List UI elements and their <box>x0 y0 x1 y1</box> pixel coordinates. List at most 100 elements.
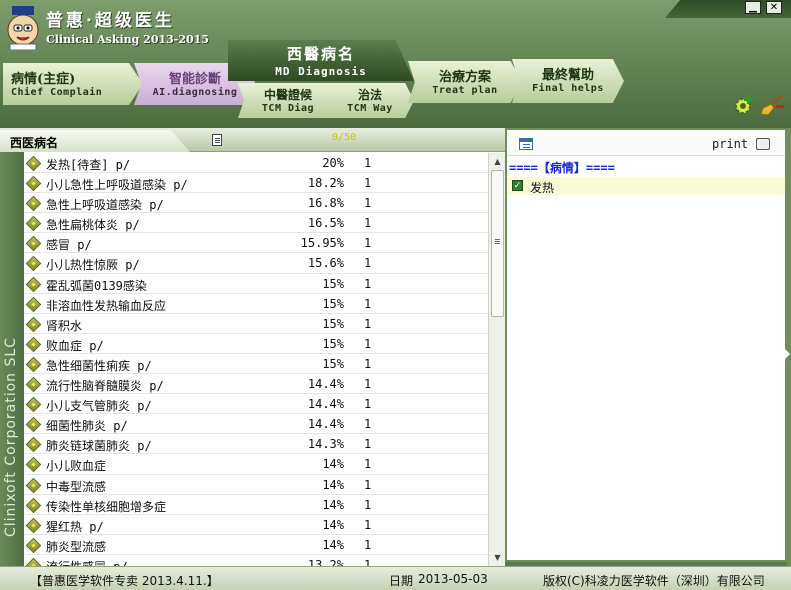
diamond-icon <box>25 195 42 212</box>
diagnosis-row[interactable]: 中毒型流感 14% 1 <box>24 475 488 495</box>
diagnosis-name: 败血症 p/ <box>46 338 104 353</box>
diagnosis-percent: 14.4% <box>307 417 344 432</box>
diamond-icon <box>25 336 42 353</box>
diamond-icon <box>25 296 42 312</box>
diamond-icon <box>25 477 42 493</box>
diagnosis-percent: 18.2% <box>307 176 344 191</box>
diagnosis-count: 1 <box>364 316 372 331</box>
diagnosis-name: 急性细菌性痢疾 p/ <box>46 358 152 373</box>
tab-final-en: Final helps <box>532 83 604 94</box>
tab-treat-plan[interactable]: 治療方案 Treat plan <box>408 61 522 103</box>
diagnosis-row[interactable]: 肺炎型流感 14% 1 <box>24 535 488 555</box>
diagnosis-percent: 14.4% <box>307 377 344 392</box>
tab-treat-cn: 治療方案 <box>438 70 491 85</box>
diagnosis-row[interactable]: 非溶血性发热输血反应 15% 1 <box>24 294 488 314</box>
tab-chief-complain[interactable]: 病情(主症) Chief Complain <box>3 63 143 105</box>
diagnosis-name: 肺炎链球菌肺炎 p/ <box>46 439 152 454</box>
diagnosis-row[interactable]: 流行性脑脊髓膜炎 p/14.4% 1 <box>24 374 488 395</box>
diagnosis-row[interactable]: 急性扁桃体炎 p/16.5% 1 <box>24 213 488 234</box>
diamond-icon <box>25 416 42 433</box>
diagnosis-percent: 15% <box>322 336 344 351</box>
diamond-icon <box>25 437 42 453</box>
diagnosis-row[interactable]: 细菌性肺炎 p/14.4% 1 <box>24 414 488 435</box>
diagnosis-percent: 14% <box>322 537 344 552</box>
panel-tabbar: 西医病名 0/50 <box>0 128 505 152</box>
diamond-icon <box>25 557 42 566</box>
diagnosis-count: 1 <box>364 497 372 512</box>
diamond-icon <box>25 497 42 513</box>
diagnosis-percent: 14.3% <box>307 437 344 452</box>
status-bar: 【普惠医学软件专卖 2013.4.11.】 日期 2013-05-03 版权(C… <box>0 566 791 590</box>
diagnosis-percent: 14.4% <box>307 397 344 412</box>
checkbox-checked-icon[interactable]: ✓ <box>512 180 523 191</box>
tab-treat-en: Treat plan <box>432 85 498 96</box>
collapse-arrow-icon[interactable] <box>783 347 790 361</box>
document-icon[interactable] <box>212 134 222 146</box>
scroll-up-arrow-icon[interactable]: ▲ <box>490 154 505 169</box>
diagnosis-name: 小儿支气管肺炎 p/ <box>46 399 152 414</box>
diagnosis-name: 传染性单核细胞增多症 <box>46 499 167 514</box>
print-button[interactable]: print <box>712 137 748 151</box>
tab-final-cn: 最終幫助 <box>541 68 594 83</box>
diagnosis-name: 霍乱弧菌0139感染 <box>46 278 147 293</box>
list-scrollbar[interactable]: ▲ ▼ <box>488 153 505 566</box>
diagnosis-name: 急性扁桃体炎 p/ <box>46 218 140 233</box>
diagnosis-row[interactable]: 小儿败血症 14% 1 <box>24 454 488 475</box>
diagnosis-row[interactable]: 传染性单核细胞增多症 14% 1 <box>24 495 488 515</box>
diamond-icon <box>25 517 42 533</box>
diagnosis-name: 小儿败血症 <box>46 459 107 474</box>
diagnosis-name: 中毒型流感 <box>46 479 107 494</box>
diamond-icon <box>25 256 42 272</box>
complaint-toolbar: print <box>507 130 785 156</box>
diagnosis-percent: 15.6% <box>307 256 344 271</box>
tab-md-en: MD Diagnosis <box>275 65 367 78</box>
diagnosis-count: 1 <box>364 517 372 532</box>
diagnosis-count: 1 <box>364 537 372 552</box>
minimize-button[interactable]: ▁ <box>745 1 761 14</box>
diagnosis-row[interactable]: 小儿热性惊厥 p/15.6% 1 <box>24 253 488 274</box>
diagnosis-percent: 15% <box>322 356 344 371</box>
diagnosis-row[interactable]: 急性细菌性痢疾 p/15% 1 <box>24 354 488 375</box>
broom-icon[interactable] <box>759 94 785 116</box>
diagnosis-row[interactable]: 流行性感冒 p/13.2% 1 <box>24 555 488 566</box>
scroll-down-arrow-icon[interactable]: ▼ <box>490 550 505 565</box>
diagnosis-count: 1 <box>364 296 372 311</box>
scroll-thumb[interactable] <box>491 170 504 317</box>
diagnosis-count: 1 <box>364 417 372 432</box>
diamond-icon <box>25 537 42 554</box>
diagnosis-row[interactable]: 败血症 p/15% 1 <box>24 334 488 354</box>
tab-final-helps[interactable]: 最終幫助 Final helps <box>512 59 624 103</box>
diagnosis-name: 发热[待查] p/ <box>46 158 131 172</box>
diagnosis-row[interactable]: 发热[待查] p/20% 1 <box>24 153 488 174</box>
diagnosis-count: 1 <box>364 477 372 492</box>
tab-tcm-diag[interactable]: 中醫證候 TCM Diag <box>238 83 338 118</box>
panel-tab-md-name[interactable]: 西医病名 <box>0 130 190 152</box>
close-button[interactable]: ✕ <box>766 1 782 14</box>
diagnosis-row[interactable]: 小儿急性上呼吸道感染 p/18.2% 1 <box>24 173 488 194</box>
diagnosis-percent: 14% <box>322 477 344 492</box>
diagnosis-row[interactable]: 肺炎链球菌肺炎 p/14.3% 1 <box>24 434 488 455</box>
complaint-panel: print ====【病情】==== ✓ 发热 <box>505 128 787 562</box>
tab-md-diagnosis[interactable]: 西醫病名 MD Diagnosis <box>228 40 414 81</box>
diagnosis-percent: 15.95% <box>300 236 344 251</box>
diagnosis-percent: 14% <box>322 517 344 532</box>
gear-add-icon[interactable] <box>733 94 755 116</box>
status-copyright: 版权(C)科凌力医学软件（深圳）有限公司 <box>543 574 765 588</box>
diagnosis-name: 细菌性肺炎 p/ <box>46 419 128 434</box>
status-date: 2013-05-03 <box>418 572 488 586</box>
diagnosis-count: 1 <box>364 356 372 371</box>
tab-tcm-way[interactable]: 治法 TCM Way <box>326 83 414 118</box>
diagnosis-row[interactable]: 霍乱弧菌0139感染 15% 1 <box>24 274 488 294</box>
diagnosis-row[interactable]: 小儿支气管肺炎 p/14.4% 1 <box>24 394 488 415</box>
complaint-item[interactable]: ✓ 发热 <box>507 177 785 195</box>
diagnosis-name: 肺炎型流感 <box>46 539 107 554</box>
diagnosis-row[interactable]: 感冒 p/15.95% 1 <box>24 233 488 254</box>
tab-ai-en: AI.diagnosing <box>152 87 238 98</box>
diagnosis-row[interactable]: 肾积水 15% 1 <box>24 314 488 334</box>
table-icon[interactable] <box>519 138 533 150</box>
diagnosis-row[interactable]: 急性上呼吸道感染 p/16.8% 1 <box>24 193 488 214</box>
printer-icon[interactable] <box>756 138 770 150</box>
diagnosis-percent: 15% <box>322 276 344 291</box>
tab-tcm-diag-cn: 中醫證候 <box>263 88 312 102</box>
diagnosis-row[interactable]: 猩红热 p/14% 1 <box>24 515 488 535</box>
